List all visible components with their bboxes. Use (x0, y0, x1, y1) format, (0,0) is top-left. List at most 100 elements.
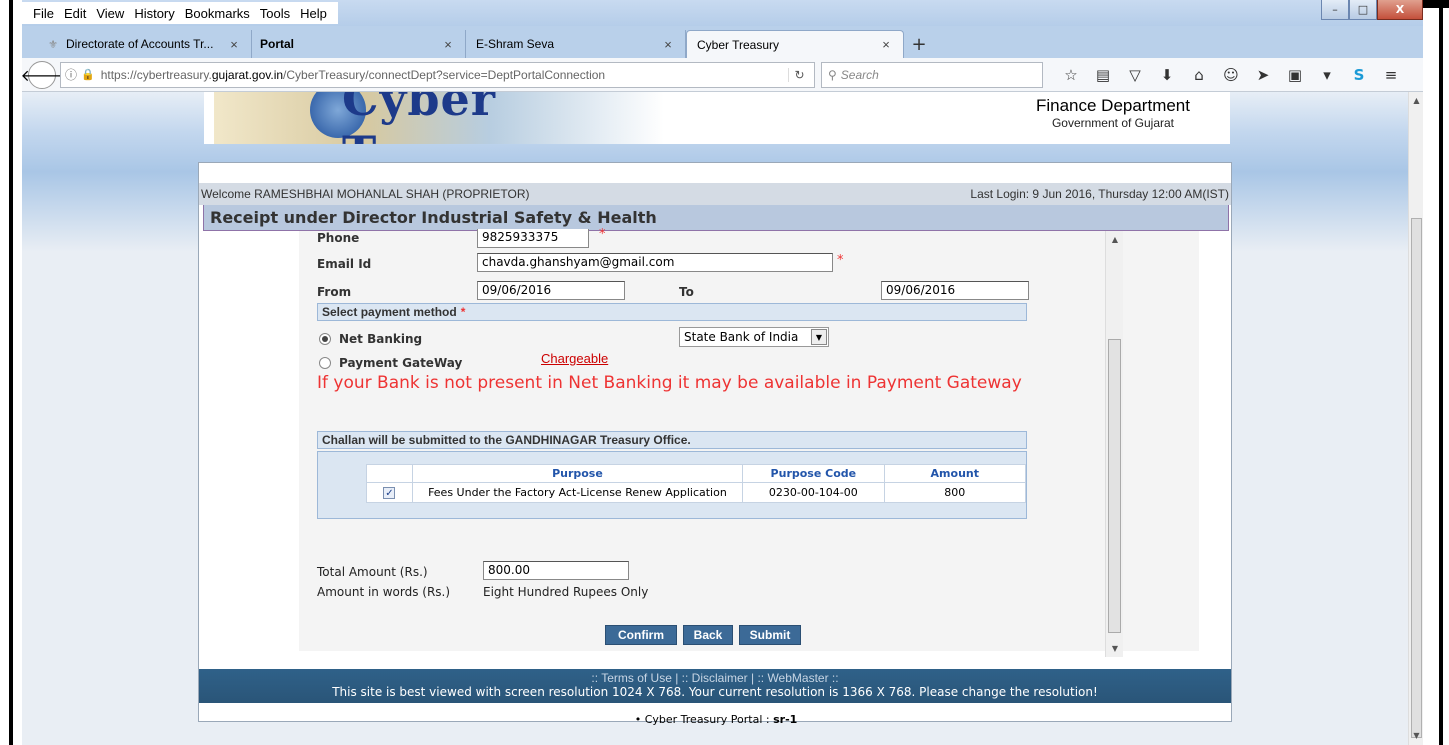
back-button[interactable]: Back (683, 625, 733, 645)
scroll-up-icon[interactable]: ▲ (1409, 96, 1423, 110)
payment-gateway-radio[interactable] (319, 357, 331, 369)
menu-history[interactable]: History (129, 6, 179, 21)
chargeable-link[interactable]: Chargeable (541, 351, 608, 366)
browser-window: File Edit View History Bookmarks Tools H… (22, 0, 1423, 745)
address-bar[interactable]: ⓘ 🔒 https://cybertreasury.gujarat.gov.in… (60, 61, 815, 88)
search-input[interactable]: ⚲ Search (821, 61, 1043, 88)
home-icon[interactable]: ⌂ (1183, 66, 1215, 84)
receipt-form: Phone 9825933375 * Email Id chavda.ghans… (299, 227, 1199, 651)
required-mark: * (837, 253, 844, 268)
tab-portal[interactable]: Portal × (252, 30, 466, 58)
reading-list-icon[interactable]: ▤ (1087, 66, 1119, 84)
close-tab-icon[interactable]: × (227, 37, 241, 52)
net-banking-label: Net Banking (339, 332, 423, 346)
footer-links[interactable]: :: Terms of Use | :: Disclaimer | :: Web… (199, 669, 1231, 685)
pocket-icon[interactable]: ▽ (1119, 66, 1151, 84)
required-mark: * (460, 305, 466, 319)
hamburger-menu-icon[interactable]: ≡ (1375, 66, 1407, 84)
email-field[interactable]: chavda.ghanshyam@gmail.com (477, 253, 833, 272)
page-title: Receipt under Director Industrial Safety… (203, 205, 1229, 231)
scroll-up-icon[interactable]: ▲ (1106, 235, 1124, 244)
url-prefix: https://cybertreasury. (100, 67, 212, 82)
department-title: Finance Department Government of Gujarat (1036, 96, 1190, 130)
close-tab-icon[interactable]: × (879, 37, 893, 52)
maximize-button[interactable]: □ (1349, 0, 1377, 20)
portal-server-line: • Cyber Treasury Portal : sr-1 (199, 713, 1233, 726)
department-name: Finance Department (1035, 96, 1190, 115)
scroll-thumb[interactable] (1108, 339, 1121, 633)
page-scrollbar[interactable]: ▲ ▼ (1408, 92, 1423, 745)
download-icon[interactable]: ⬇ (1151, 66, 1183, 84)
total-amount-field[interactable]: 800.00 (483, 561, 629, 580)
outer-frame-left (0, 0, 22, 745)
tab-title: Directorate of Accounts Tr... (66, 37, 214, 51)
url-text: https://cybertreasury.gujarat.gov.in/Cyb… (101, 68, 788, 82)
close-window-button[interactable]: X (1377, 0, 1423, 20)
form-scrollbar[interactable]: ▲ ▼ (1105, 231, 1123, 657)
tab-cyber-treasury[interactable]: Cyber Treasury × (686, 30, 904, 58)
dropdown-arrow-icon[interactable]: ▾ (1311, 66, 1343, 84)
new-tab-button[interactable]: + (904, 30, 934, 58)
scroll-down-icon[interactable]: ▼ (1106, 644, 1124, 653)
payment-warning: If your Bank is not present in Net Banki… (317, 373, 1022, 393)
main-panel: Welcome RAMESHBHAI MOHANLAL SHAH (PROPRI… (198, 162, 1232, 726)
last-login-text: Last Login: 9 Jun 2016, Thursday 12:00 A… (970, 187, 1229, 201)
row-checkbox[interactable]: ✓ (383, 487, 396, 499)
scroll-thumb[interactable] (1411, 218, 1422, 738)
to-date-field[interactable]: 09/06/2016 (881, 281, 1029, 300)
confirm-button[interactable]: Confirm (605, 625, 677, 645)
amount-column-header: Amount (883, 464, 1027, 483)
extension-icon[interactable]: ▣ (1279, 66, 1311, 84)
payment-gateway-label: Payment GateWay (339, 356, 463, 370)
scroll-down-icon[interactable]: ▼ (1409, 731, 1423, 745)
welcome-bar: Welcome RAMESHBHAI MOHANLAL SHAH (PROPRI… (199, 183, 1231, 205)
chat-icon[interactable]: ☺ (1215, 66, 1247, 84)
purpose-code-column-header: Purpose Code (742, 464, 885, 483)
site-footer: :: Terms of Use | :: Disclaimer | :: Web… (199, 669, 1231, 703)
menu-help[interactable]: Help (295, 6, 332, 21)
payment-method-header: Select payment method * (317, 303, 1027, 321)
bullet-icon: • (634, 713, 645, 726)
amount-in-words-value: Eight Hundred Rupees Only (483, 585, 649, 599)
url-domain: gujarat.gov.in (211, 67, 284, 82)
tab-directorate[interactable]: ⚜ Directorate of Accounts Tr... × (26, 30, 252, 58)
phone-field[interactable]: 9825933375 (477, 229, 589, 248)
back-arrow-icon[interactable]: 🡐 (22, 60, 63, 89)
search-placeholder: Search (840, 67, 879, 82)
from-date-field[interactable]: 09/06/2016 (477, 281, 625, 300)
toolbar-icons: ☆ ▤ ▽ ⬇ ⌂ ☺ ➤ ▣ ▾ S ≡ (1055, 66, 1407, 84)
bank-selected-value: State Bank of India (684, 330, 799, 344)
send-icon[interactable]: ➤ (1247, 66, 1279, 84)
menu-bookmarks[interactable]: Bookmarks (180, 6, 255, 21)
menu-bar: File Edit View History Bookmarks Tools H… (22, 0, 1423, 26)
outer-frame-right (1423, 0, 1449, 745)
close-tab-icon[interactable]: × (661, 37, 675, 52)
outer-frame-top (1419, 0, 1449, 8)
tab-eshram[interactable]: E-Shram Seva × (466, 30, 686, 58)
menu-file[interactable]: File (28, 6, 59, 21)
tab-title: Cyber Treasury (697, 37, 780, 52)
reload-icon[interactable]: ↻ (788, 67, 810, 82)
menu-view[interactable]: View (91, 6, 129, 21)
from-label: From (317, 285, 352, 299)
to-label: To (679, 285, 694, 299)
close-tab-icon[interactable]: × (441, 37, 455, 52)
chevron-down-icon: ▼ (811, 329, 827, 345)
tab-bar: ⚜ Directorate of Accounts Tr... × Portal… (22, 26, 1423, 58)
info-icon[interactable]: ⓘ (65, 66, 77, 83)
tab-title: Portal (260, 37, 295, 51)
submit-button[interactable]: Submit (739, 625, 801, 645)
net-banking-radio[interactable] (319, 333, 331, 345)
welcome-text: Welcome RAMESHBHAI MOHANLAL SHAH (PROPRI… (201, 187, 530, 201)
logo-text: Cyber Treasury (342, 92, 574, 144)
minimize-button[interactable]: – (1321, 0, 1349, 20)
bookmark-star-icon[interactable]: ☆ (1055, 66, 1087, 84)
skype-icon[interactable]: S (1343, 66, 1375, 84)
government-name: Government of Gujarat (1051, 116, 1175, 130)
amount-cell: 800 (883, 482, 1027, 503)
bank-select[interactable]: State Bank of India ▼ (679, 327, 829, 347)
purpose-grid: Purpose Purpose Code Amount ✓ Fees Under… (317, 451, 1027, 519)
search-icon: ⚲ (828, 67, 837, 82)
menu-edit[interactable]: Edit (59, 6, 91, 21)
menu-tools[interactable]: Tools (255, 6, 295, 21)
